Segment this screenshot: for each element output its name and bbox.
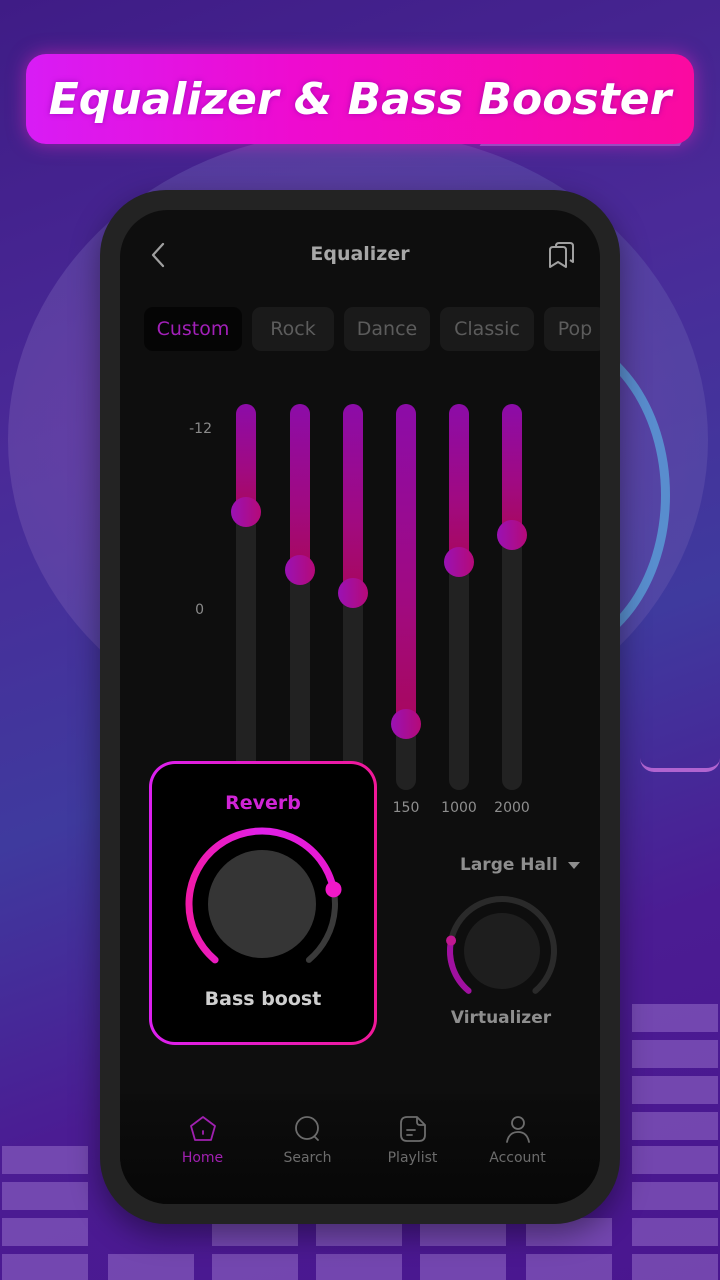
eq-band-slider[interactable]: [444, 404, 474, 790]
virtualizer-knob[interactable]: [444, 893, 560, 1003]
banner-title: Equalizer & Bass Booster: [48, 73, 672, 125]
dropdown-value: Large Hall: [460, 855, 558, 875]
nav-home[interactable]: Home: [158, 1094, 248, 1204]
nav-playlist-label: Playlist: [387, 1150, 438, 1166]
equalizer-screen: Equalizer Custom Rock Dance Classic Pop …: [120, 210, 600, 1204]
background-bar-block: [2, 1182, 88, 1210]
band-frequency-label: 2000: [494, 800, 530, 816]
slider-thumb[interactable]: [497, 520, 527, 551]
reverb-card[interactable]: Reverb Bass boost: [149, 761, 377, 1045]
preset-tab-pop[interactable]: Pop: [544, 307, 600, 351]
background-bar-block: [632, 1254, 718, 1280]
search-icon: [294, 1116, 319, 1141]
bass-boost-knob[interactable]: [182, 824, 342, 974]
slider-fill: [502, 404, 522, 536]
slider-fill: [449, 404, 469, 563]
slider-thumb[interactable]: [338, 578, 368, 609]
virtualizer-handle[interactable]: [446, 935, 457, 946]
phone-frame: Equalizer Custom Rock Dance Classic Pop …: [100, 190, 620, 1224]
scale-label-zero: 0: [195, 602, 204, 618]
nav-search[interactable]: Search: [263, 1094, 353, 1204]
bass-boost-label: Bass boost: [204, 988, 322, 1010]
reverb-title: Reverb: [225, 792, 301, 814]
preset-tabs: Custom Rock Dance Classic Pop: [144, 307, 600, 351]
background-bar-block: [2, 1218, 88, 1246]
scale-label-top: -12: [189, 421, 212, 437]
playlist-icon: [399, 1116, 426, 1142]
slider-thumb[interactable]: [391, 709, 421, 740]
promo-banner: Equalizer & Bass Booster: [26, 54, 694, 144]
background-bar-block: [632, 1112, 718, 1140]
top-bar: Equalizer: [120, 210, 600, 300]
preset-tab-classic[interactable]: Classic: [440, 307, 534, 351]
background-bar-block: [632, 1218, 718, 1246]
nav-home-label: Home: [181, 1150, 224, 1166]
preset-tab-dance[interactable]: Dance: [344, 307, 430, 351]
eq-band-slider[interactable]: [391, 404, 421, 790]
background-bar-block: [108, 1254, 194, 1280]
virtualizer-label: Virtualizer: [450, 1008, 552, 1028]
reverb-preset-dropdown[interactable]: Large Hall: [460, 855, 580, 875]
background-bar-block: [632, 1182, 718, 1210]
eq-band-slider[interactable]: [285, 404, 315, 790]
caret-down-icon: [567, 861, 580, 869]
background-bar-block: [632, 1146, 718, 1174]
background-bar-block: [632, 1076, 718, 1104]
background-bar-block: [632, 1040, 718, 1068]
background-bar-block: [212, 1254, 298, 1280]
slider-thumb[interactable]: [231, 497, 261, 528]
virtualizer-center: [464, 913, 540, 989]
preset-tab-custom[interactable]: Custom: [144, 307, 242, 351]
background-bar-block: [2, 1146, 88, 1174]
slider-thumb[interactable]: [444, 547, 474, 578]
account-icon: [505, 1116, 530, 1143]
home-icon: [189, 1116, 216, 1141]
slider-fill: [290, 404, 310, 570]
bottom-navigation: Home Search Playlist Account: [120, 1094, 600, 1204]
eq-band-slider[interactable]: [497, 404, 527, 790]
nav-search-label: Search: [283, 1150, 332, 1166]
slider-fill: [343, 404, 363, 594]
nav-account-label: Account: [489, 1150, 546, 1166]
slider-thumb[interactable]: [285, 554, 315, 585]
background-wave: [640, 758, 720, 772]
background-bar-block: [2, 1254, 88, 1280]
slider-fill: [236, 404, 256, 513]
band-frequency-label: 150: [392, 800, 420, 816]
eq-band-slider[interactable]: [231, 404, 261, 790]
background-bar-block: [316, 1254, 402, 1280]
knob-center: [208, 850, 316, 958]
preset-tab-rock[interactable]: Rock: [252, 307, 334, 351]
page-title: Equalizer: [310, 243, 410, 265]
background-bar-block: [420, 1254, 506, 1280]
nav-playlist[interactable]: Playlist: [368, 1094, 458, 1204]
band-frequency-label: 1000: [441, 800, 477, 816]
presets-save-icon[interactable]: [546, 240, 576, 270]
eq-band-slider[interactable]: [338, 404, 368, 790]
nav-account[interactable]: Account: [473, 1094, 563, 1204]
background-bar-block: [526, 1254, 612, 1280]
background-bar-block: [632, 1004, 718, 1032]
knob-handle[interactable]: [325, 881, 342, 898]
slider-fill: [396, 404, 416, 725]
